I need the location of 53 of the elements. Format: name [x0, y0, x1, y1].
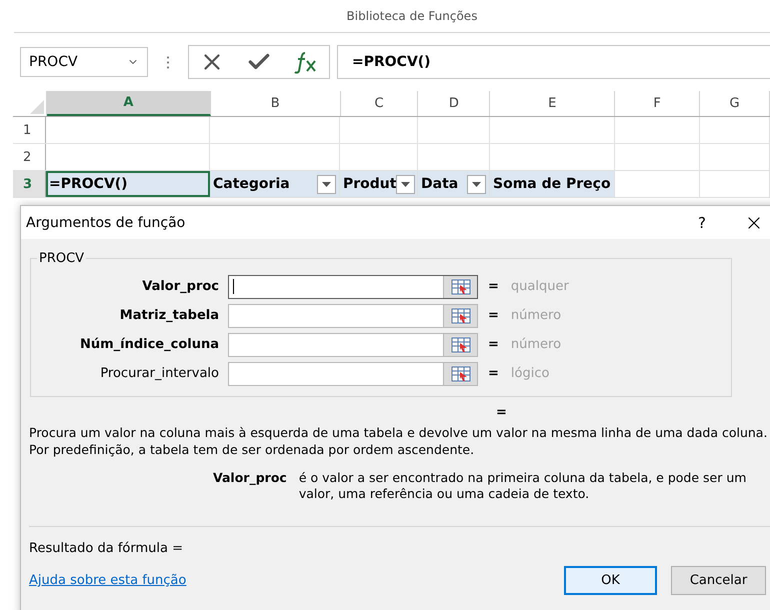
dialog-title: Argumentos de função [26, 214, 186, 230]
ok-button[interactable]: OK [564, 566, 657, 595]
column-header[interactable]: A [46, 91, 211, 116]
active-cell: =PROCV() [46, 171, 210, 197]
formula-result: Resultado da fórmula = [29, 541, 184, 556]
equals-sign: = [488, 308, 499, 323]
argument-label: Matriz_tabela [118, 308, 219, 323]
range-select-icon [450, 278, 470, 294]
equals-sign: = [488, 366, 499, 381]
caret-icon [322, 182, 331, 186]
table-cell: Data [418, 171, 490, 197]
table-cell: Produt [340, 171, 418, 197]
column-header[interactable]: C [340, 91, 418, 116]
name-box[interactable]: PROCV [20, 47, 148, 77]
function-description: Procura um valor na coluna mais à esquerda de uma tabela e devolve um valor na mesma linha de uma dada coluna. Por predefinição, a tabela tem de ser ordenada por ordem ascendente. [29, 424, 768, 458]
argument-label: Valor_proc [141, 279, 219, 294]
filter-dropdown[interactable] [467, 174, 486, 194]
filter-dropdown[interactable] [317, 174, 336, 194]
formula-input[interactable]: =PROCV() [337, 45, 770, 79]
equals-sign: = [488, 337, 499, 352]
argument-value: número [510, 337, 562, 352]
argument-input[interactable] [228, 332, 478, 356]
argument-name: Valor_proc [213, 470, 287, 487]
range-picker-button[interactable] [443, 334, 477, 356]
argument-value: número [510, 308, 562, 323]
argument-input[interactable] [228, 274, 478, 298]
help-button[interactable]: ? [698, 214, 706, 232]
cancel-button[interactable]: Cancelar [671, 566, 766, 595]
argument-input[interactable] [228, 362, 478, 386]
argument-value: lógico [510, 366, 550, 381]
equals-sign: = [488, 279, 499, 294]
range-select-icon [450, 336, 470, 352]
caret-icon [472, 182, 481, 186]
row-header[interactable]: 3 [13, 171, 46, 197]
filter-dropdown[interactable] [396, 174, 416, 194]
ribbon-group-label: Biblioteca de Funções [346, 9, 478, 23]
range-select-icon [450, 308, 470, 324]
caret-icon [401, 182, 410, 186]
range-select-icon [450, 366, 470, 382]
argument-label: Núm_índice_coluna [78, 337, 219, 352]
column-header[interactable]: B [210, 91, 341, 116]
range-picker-button[interactable] [443, 304, 477, 326]
argument-description: é o valor a ser encontrado na primeira coluna da tabela, e pode ser um valor, uma referência ou uma cadeia de texto. [298, 470, 748, 502]
range-picker-button[interactable] [443, 362, 477, 384]
table-cell: Categoria [210, 171, 340, 197]
group-label: PROCV [38, 251, 86, 266]
range-picker-button[interactable] [443, 276, 477, 298]
equals-sign: = [496, 405, 508, 420]
argument-value: qualquer [510, 279, 569, 294]
table-cell: Soma de Preço [490, 171, 615, 197]
argument-input[interactable] [228, 304, 478, 328]
argument-label: Procurar_intervalo [99, 366, 219, 381]
help-link[interactable]: Ajuda sobre esta função [29, 573, 564, 588]
